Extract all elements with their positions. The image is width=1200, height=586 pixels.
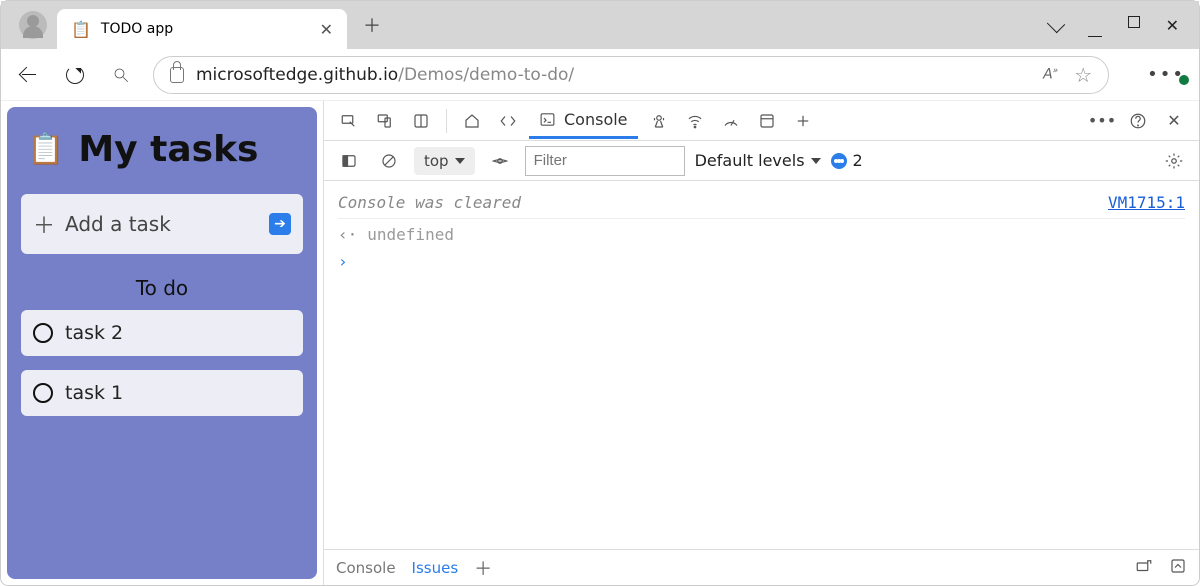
- submit-task-button[interactable]: ➔: [269, 213, 291, 235]
- todo-title: My tasks: [78, 129, 258, 170]
- console-tab-label: Console: [564, 110, 628, 129]
- url-text: microsoftedge.github.io/Demos/demo-to-do…: [196, 65, 574, 85]
- todo-section-heading: To do: [21, 276, 303, 300]
- issue-dot-icon: [831, 153, 847, 169]
- performance-tab-icon[interactable]: [716, 106, 746, 136]
- task-label: task 2: [65, 322, 123, 344]
- more-tabs-button[interactable]: [788, 106, 818, 136]
- devtools-drawer: Console Issues ＋: [324, 549, 1199, 585]
- network-tab-icon[interactable]: [680, 106, 710, 136]
- task-label: task 1: [65, 382, 123, 404]
- lock-icon: [170, 67, 184, 83]
- console-source-link[interactable]: VM1715:1: [1108, 193, 1185, 212]
- todo-app: 📋 My tasks ＋ Add a task ➔ To do task 2 t…: [7, 107, 317, 579]
- filter-input[interactable]: [525, 146, 685, 176]
- clear-console-icon[interactable]: [374, 146, 404, 176]
- search-icon[interactable]: [107, 61, 135, 89]
- add-task-placeholder: Add a task: [65, 212, 171, 236]
- console-prompt-icon[interactable]: ›: [338, 252, 348, 271]
- browser-titlebar: 📋 TODO app ✕ ＋ ✕: [1, 1, 1199, 49]
- favorite-icon[interactable]: ☆: [1074, 63, 1092, 87]
- chevron-down-icon: [811, 158, 821, 164]
- profile-avatar[interactable]: [19, 11, 47, 39]
- context-label: top: [424, 152, 449, 170]
- inspect-element-icon[interactable]: [334, 106, 364, 136]
- help-icon[interactable]: [1123, 106, 1153, 136]
- device-emulation-icon[interactable]: [370, 106, 400, 136]
- task-item[interactable]: task 1: [21, 370, 303, 416]
- return-arrow-icon: ‹·: [338, 225, 357, 244]
- omnibox[interactable]: microsoftedge.github.io/Demos/demo-to-do…: [153, 56, 1109, 94]
- task-item[interactable]: task 2: [21, 310, 303, 356]
- task-checkbox[interactable]: [33, 383, 53, 403]
- context-selector[interactable]: top: [414, 147, 475, 175]
- issues-counter[interactable]: 2: [831, 151, 863, 170]
- log-levels-label: Default levels: [695, 151, 805, 170]
- log-levels-selector[interactable]: Default levels: [695, 151, 821, 170]
- browser-tab[interactable]: 📋 TODO app ✕: [57, 9, 347, 49]
- console-subbar: top Default levels 2: [324, 141, 1199, 181]
- chevron-down-icon[interactable]: [1050, 16, 1062, 35]
- back-button[interactable]: [15, 61, 43, 89]
- add-task-input[interactable]: ＋ Add a task ➔: [21, 194, 303, 254]
- live-expression-icon[interactable]: [485, 146, 515, 176]
- devtools-toolbar: Console ••• ✕: [324, 101, 1199, 141]
- console-output[interactable]: Console was cleared VM1715:1 ‹· undefine…: [324, 181, 1199, 549]
- minimize-button[interactable]: [1088, 18, 1102, 37]
- elements-tab-icon[interactable]: [493, 106, 523, 136]
- window-controls: ✕: [1050, 16, 1199, 35]
- console-message: Console was cleared: [338, 193, 1098, 212]
- console-tab[interactable]: Console: [529, 103, 638, 139]
- close-window-button[interactable]: ✕: [1166, 16, 1179, 35]
- drawer-tab-issues[interactable]: Issues: [412, 559, 459, 577]
- tab-title: TODO app: [101, 21, 310, 37]
- new-tab-button[interactable]: ＋: [357, 10, 387, 40]
- maximize-button[interactable]: [1128, 16, 1140, 28]
- computed-styles-icon[interactable]: [1135, 557, 1153, 579]
- application-tab-icon[interactable]: [752, 106, 782, 136]
- devtools-panel: Console ••• ✕ top Default levels: [323, 101, 1199, 585]
- tab-favicon-icon: 📋: [71, 20, 91, 39]
- chevron-down-icon: [455, 158, 465, 164]
- close-devtools-icon[interactable]: ✕: [1159, 106, 1189, 136]
- more-tools-icon[interactable]: •••: [1087, 106, 1117, 136]
- console-settings-icon[interactable]: [1159, 146, 1189, 176]
- address-bar: microsoftedge.github.io/Demos/demo-to-do…: [1, 49, 1199, 101]
- settings-menu-button[interactable]: •••: [1147, 64, 1185, 85]
- drawer-tab-console[interactable]: Console: [336, 559, 396, 577]
- task-checkbox[interactable]: [33, 323, 53, 343]
- welcome-tab-icon[interactable]: [457, 106, 487, 136]
- toggle-sidebar-icon[interactable]: [334, 146, 364, 176]
- plus-icon: ＋: [33, 208, 55, 240]
- reload-button[interactable]: [61, 61, 89, 89]
- tab-close-icon[interactable]: ✕: [320, 20, 333, 39]
- dock-side-icon[interactable]: [406, 106, 436, 136]
- issues-count: 2: [853, 151, 863, 170]
- drawer-add-tab[interactable]: ＋: [474, 555, 492, 581]
- console-return-value: undefined: [367, 225, 454, 244]
- sources-tab-icon[interactable]: [644, 106, 674, 136]
- read-aloud-icon[interactable]: A»: [1043, 66, 1058, 83]
- drawer-dock-icon[interactable]: [1169, 557, 1187, 579]
- clipboard-icon: 📋: [27, 132, 64, 167]
